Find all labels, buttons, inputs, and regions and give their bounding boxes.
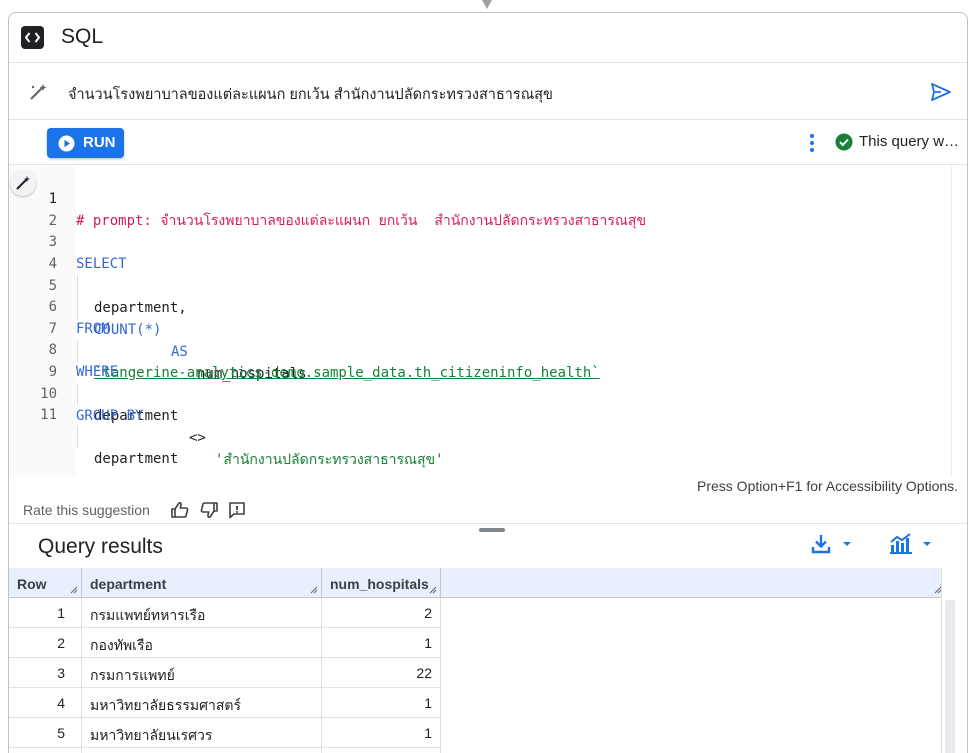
column-header-label: Row <box>17 576 47 592</box>
code-editor[interactable]: 1 # prompt: จำนวนโรงพยาบาลของแต่ละแผนก ย… <box>9 166 967 476</box>
feedback-icon[interactable] <box>227 500 247 525</box>
row-number-cell[interactable]: 2 <box>9 628 82 658</box>
code-line: 8 WHERE <box>9 317 949 380</box>
code-line: 1 # prompt: จำนวนโรงพยาบาลของแต่ละแผนก ย… <box>9 166 949 229</box>
code-line: 11 department <box>9 382 949 467</box>
column-header-label: department <box>90 576 167 592</box>
cell-header: SQL <box>9 13 967 63</box>
column-header-department[interactable]: department <box>82 568 322 598</box>
department-cell[interactable]: มหาวิทยาลัยนเรศวร <box>82 718 322 748</box>
where-value: 'สำนักงานปลัดกระทรวงสาธารณสุข' <box>215 452 444 468</box>
run-label: RUN <box>83 134 116 151</box>
chart-icon[interactable] <box>887 532 943 561</box>
results-table: Row department num_hospitals 1 กรมแพทย์ท… <box>9 568 967 753</box>
column-header-label: num_hospitals <box>330 576 429 592</box>
check-circle-icon <box>835 133 853 156</box>
run-button[interactable]: RUN <box>47 128 124 158</box>
play-icon <box>58 135 75 152</box>
column-header-row[interactable]: Row <box>9 568 82 598</box>
results-title: Query results <box>38 535 163 558</box>
code-line: 6 FROM <box>9 274 949 337</box>
thumb-up-icon[interactable] <box>170 500 190 525</box>
indent-guide <box>77 426 78 448</box>
code-line: 10 GROUP BY <box>9 361 949 424</box>
num-hospitals-cell[interactable]: 1 <box>322 718 441 748</box>
row-number-cell[interactable]: 1 <box>9 598 82 628</box>
num-hospitals-cell[interactable] <box>322 748 441 753</box>
download-icon[interactable] <box>809 532 865 561</box>
resize-grip-icon[interactable] <box>310 586 318 594</box>
collapse-arrow-icon <box>482 0 492 9</box>
editor-toolbar: RUN This query w… <box>9 121 967 165</box>
code-line: 3 SELECT <box>9 209 949 272</box>
num-hospitals-cell[interactable]: 2 <box>322 598 441 628</box>
line-number: 11 <box>40 407 57 423</box>
resize-handle[interactable] <box>479 528 505 532</box>
department-cell[interactable]: กรมการแพทย์ <box>82 658 322 688</box>
where-operator: <> <box>189 430 206 446</box>
num-hospitals-cell[interactable]: 1 <box>322 628 441 658</box>
code-line: 9 department <> 'สำนักงานปลัดกระทรวงสาธา… <box>9 339 949 468</box>
table-scrollbar-thumb[interactable] <box>945 600 955 753</box>
resize-grip-icon[interactable] <box>429 586 437 594</box>
resize-grip-icon[interactable] <box>70 586 78 594</box>
accessibility-hint: Press Option+F1 for Accessibility Option… <box>697 478 959 494</box>
num-hospitals-cell[interactable]: 22 <box>322 658 441 688</box>
code-line: 4 department, <box>9 231 949 316</box>
cell-title: SQL <box>61 25 104 48</box>
prompt-bar: จำนวนโรงพยาบาลของแต่ละแผนก ยกเว้น สำนักง… <box>9 64 967 120</box>
department-cell[interactable] <box>82 748 322 753</box>
send-icon[interactable] <box>930 82 952 107</box>
row-number-cell[interactable]: 3 <box>9 658 82 688</box>
group-column: department <box>94 451 179 467</box>
code-line: 5 COUNT(*) AS num_hospitals <box>9 253 949 382</box>
magic-wand-icon <box>28 82 48 107</box>
code-line: 2 <box>9 188 949 229</box>
num-hospitals-cell[interactable]: 1 <box>322 688 441 718</box>
validation-status: This query w… <box>859 133 960 150</box>
thumb-down-icon[interactable] <box>199 500 219 525</box>
row-number-cell[interactable]: 4 <box>9 688 82 718</box>
prompt-input[interactable]: จำนวนโรงพยาบาลของแต่ละแผนก ยกเว้น สำนักง… <box>68 83 553 106</box>
column-header-filler <box>441 568 946 598</box>
column-header-num-hospitals[interactable]: num_hospitals <box>322 568 441 598</box>
department-cell[interactable]: กรมแพทย์ทหารเรือ <box>82 598 322 628</box>
department-cell[interactable]: มหาวิทยาลัยธรรมศาสตร์ <box>82 688 322 718</box>
row-number-cell[interactable] <box>9 748 82 753</box>
rate-label: Rate this suggestion <box>23 502 150 518</box>
keyword-group-by: GROUP BY <box>76 408 144 424</box>
code-line: 7 `tangerine-analytics-demo.sample_data.… <box>9 296 949 381</box>
results-divider <box>9 523 967 524</box>
department-cell[interactable]: กองทัพเรือ <box>82 628 322 658</box>
editor-scrollbar[interactable] <box>951 166 967 475</box>
row-number-cell[interactable]: 5 <box>9 718 82 748</box>
code-icon <box>21 26 44 49</box>
more-options-icon[interactable] <box>809 133 815 158</box>
sql-cell: SQL จำนวนโรงพยาบาลของแต่ละแผนก ยกเว้น สำ… <box>8 12 968 753</box>
